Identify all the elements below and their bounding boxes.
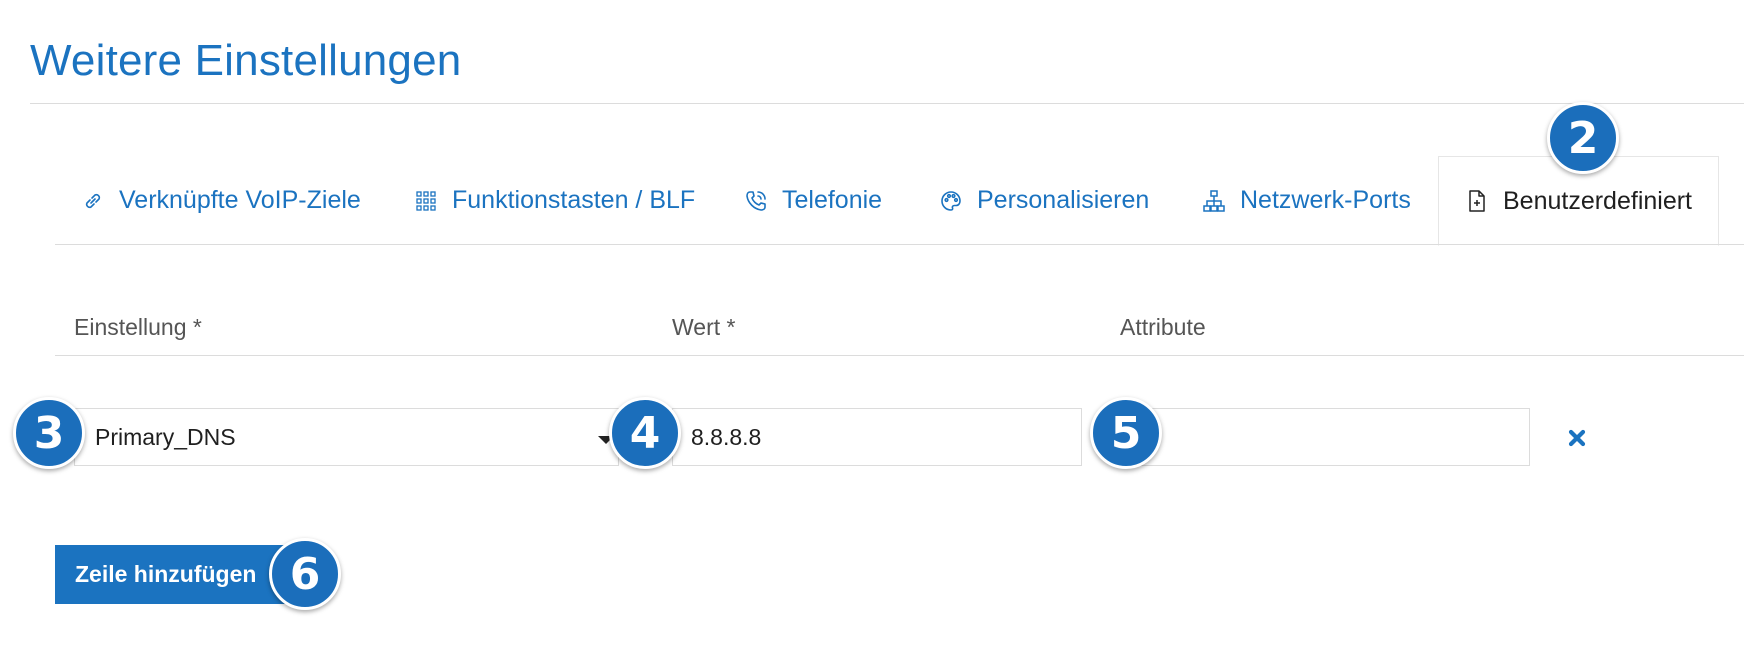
tab-label: Verknüpfte VoIP-Ziele	[119, 186, 361, 214]
remove-row-icon[interactable]	[1567, 428, 1587, 448]
tab-bar: Verknüpfte VoIP-Ziele Funktionstasten / …	[55, 156, 1744, 246]
tab-bar-divider	[55, 244, 1744, 245]
header-divider	[55, 355, 1744, 356]
tab-label: Netzwerk-Ports	[1240, 186, 1411, 214]
attributes-input[interactable]	[1120, 408, 1530, 466]
tab-label: Telefonie	[782, 186, 883, 214]
column-header-attributes: Attribute	[1120, 314, 1206, 340]
tab-label: Personalisieren	[977, 186, 1150, 214]
setting-select-value: Primary_DNS	[95, 423, 236, 450]
callout-marker: 4	[609, 397, 681, 469]
callout-marker: 3	[13, 397, 85, 469]
tab-label: Funktionstasten / BLF	[452, 186, 696, 214]
column-header-setting: Einstellung *	[74, 314, 202, 340]
callout-marker: 6	[269, 538, 341, 610]
tab-linked-voip-targets[interactable]: Verknüpfte VoIP-Ziele	[81, 156, 361, 245]
palette-icon	[941, 190, 961, 211]
page-title: Weitere Einstellungen	[30, 36, 462, 85]
column-header-value: Wert *	[672, 314, 736, 340]
network-icon	[1203, 189, 1225, 212]
value-input[interactable]	[672, 408, 1082, 466]
phone-icon	[746, 190, 766, 211]
tab-network-ports[interactable]: Netzwerk-Ports	[1202, 156, 1411, 245]
callout-marker: 2	[1547, 102, 1619, 174]
tab-telephony[interactable]: Telefonie	[744, 156, 882, 245]
title-divider	[30, 103, 1744, 104]
link-icon	[85, 193, 101, 208]
setting-select[interactable]: Primary_DNS	[74, 408, 619, 466]
callout-marker: 5	[1090, 397, 1162, 469]
tab-function-keys-blf[interactable]: Funktionstasten / BLF	[414, 156, 695, 245]
grid-icon	[416, 190, 436, 211]
tab-label: Benutzerdefiniert	[1503, 186, 1693, 215]
add-row-button[interactable]: Zeile hinzufügen	[55, 545, 305, 604]
file-plus-icon	[1469, 190, 1485, 212]
tab-personalize[interactable]: Personalisieren	[939, 156, 1149, 245]
